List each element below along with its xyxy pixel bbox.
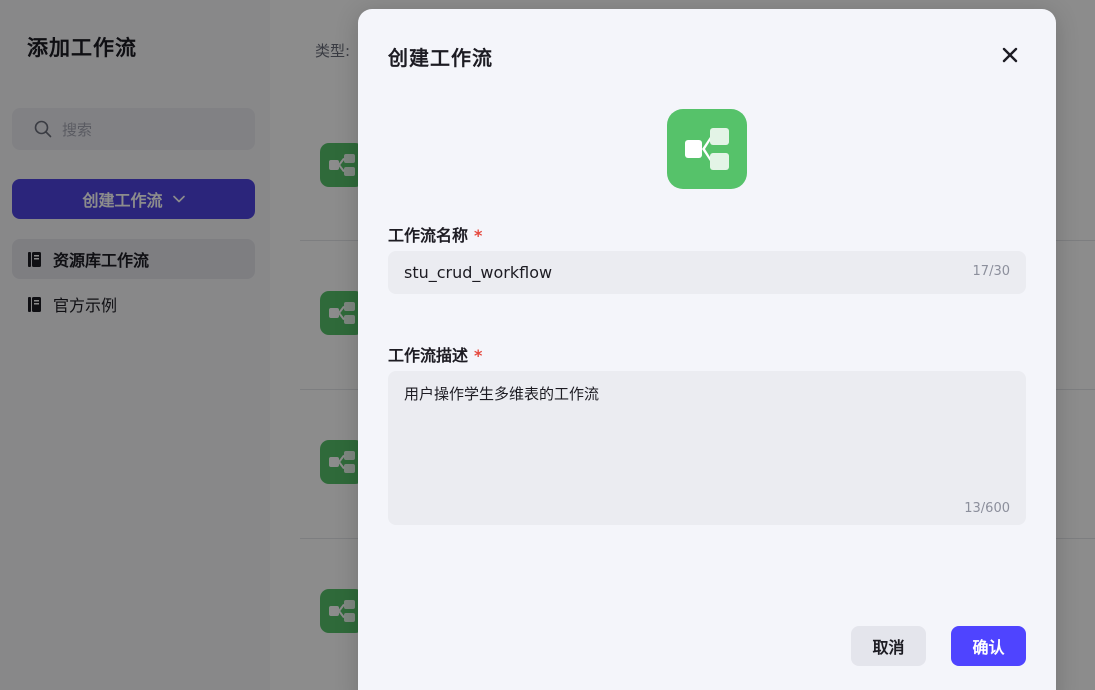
close-button[interactable]: [998, 43, 1022, 67]
workflow-name-input[interactable]: [404, 251, 944, 294]
label-text: 工作流描述: [388, 346, 469, 365]
workflow-desc-textarea[interactable]: 用户操作学生多维表的工作流: [404, 383, 1004, 493]
label-text: 工作流名称: [388, 226, 469, 245]
workflow-desc-label: 工作流描述 *: [388, 342, 482, 366]
required-mark: *: [474, 226, 483, 245]
required-mark: *: [474, 346, 483, 365]
dialog-title: 创建工作流: [388, 46, 493, 70]
close-icon: [1002, 47, 1018, 63]
name-char-counter: 17/30: [972, 264, 1010, 279]
create-workflow-dialog: 创建工作流 工作流名称 * 17/30 工作流描述 * 用户操作学生多维表的工作流 …: [358, 9, 1056, 690]
workflow-desc-field[interactable]: 用户操作学生多维表的工作流 13/600: [388, 371, 1026, 525]
desc-char-counter: 13/600: [964, 501, 1010, 516]
confirm-button[interactable]: 确认: [951, 626, 1026, 666]
workflow-icon: [685, 128, 729, 170]
workflow-name-label: 工作流名称 *: [388, 222, 482, 246]
workflow-name-field[interactable]: 17/30: [388, 251, 1026, 294]
cancel-button[interactable]: 取消: [851, 626, 926, 666]
workflow-avatar[interactable]: [667, 109, 747, 189]
